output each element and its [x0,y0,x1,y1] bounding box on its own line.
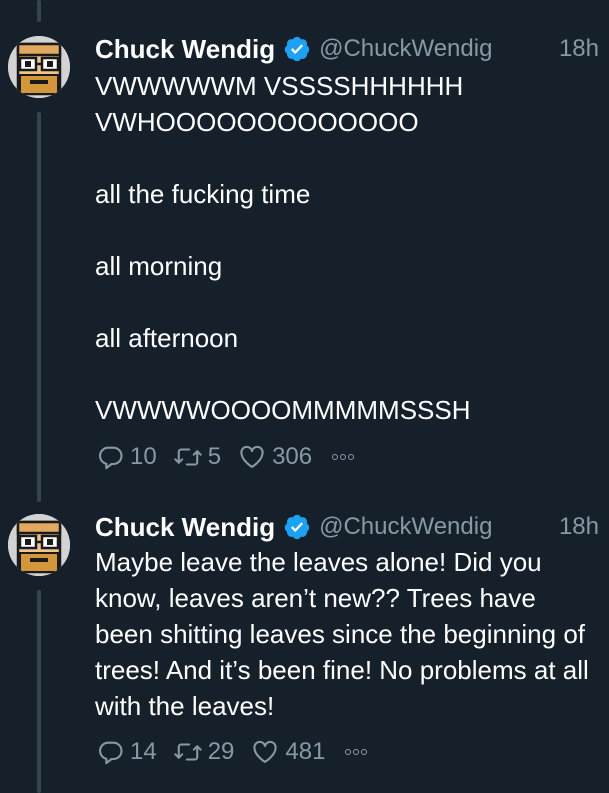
like-button[interactable]: 306 [237,443,312,471]
more-icon[interactable] [332,454,355,460]
tweet-text: VWWWWWM VSSSSHHHHHH VWHOOOOOOOOOOOOO all… [95,68,597,428]
more-icon[interactable] [345,749,368,755]
author-name[interactable]: Chuck Wendig [95,34,275,65]
tweet-line: all morning [95,251,223,281]
tweet-line: VWWWWWM VSSSSHHHHHH [95,71,464,101]
reply-button[interactable]: 14 [97,738,157,766]
verified-badge-icon [284,36,310,62]
reply-count: 14 [130,738,157,765]
heart-icon [240,445,264,468]
reply-icon [99,741,123,765]
reply-button[interactable]: 10 [97,443,157,471]
retweet-icon [173,743,202,761]
author-name[interactable]: Chuck Wendig [95,512,275,543]
tweet-line: all afternoon [95,323,239,353]
avatar-illustration [8,514,70,576]
retweet-button[interactable]: 29 [173,738,235,766]
tweet-header: Chuck Wendig @ChuckWendig 18h [95,510,599,544]
like-count: 481 [285,738,326,765]
like-count: 306 [272,443,313,470]
tweet-time[interactable]: 18h [559,513,599,541]
tweet-line: Maybe leave the leaves alone! Did you kn… [95,547,589,721]
reply-count: 10 [130,443,157,470]
like-button[interactable]: 481 [250,738,325,766]
tweet-line: VWHOOOOOOOOOOOOO [95,107,419,137]
avatar-illustration [8,36,70,98]
author-handle[interactable]: @ChuckWendig [319,513,492,541]
tweet-1[interactable]: Chuck Wendig @ChuckWendig 18h VWWWWWM VS… [0,0,609,500]
retweet-button[interactable]: 5 [173,443,221,471]
author-avatar[interactable] [8,514,70,576]
tweet-time[interactable]: 18h [559,35,599,63]
tweet-2[interactable]: Chuck Wendig @ChuckWendig 18h Maybe leav… [0,500,609,793]
tweet-header: Chuck Wendig @ChuckWendig 18h [95,32,599,66]
tweet-text: Maybe leave the leaves alone! Did you kn… [95,544,597,724]
retweet-icon [173,448,202,466]
author-handle[interactable]: @ChuckWendig [319,35,492,63]
verified-badge-icon [284,514,310,540]
author-avatar[interactable] [8,36,70,98]
retweet-count: 5 [207,443,222,470]
tweet-line: all the fucking time [95,179,311,209]
retweet-count: 29 [207,738,235,765]
reply-icon [99,446,123,470]
tweet-line: VWWWWOOOOMMMMMSSSH [95,395,471,425]
tweet-actions: 10 5 306 [97,441,355,473]
heart-icon [253,740,277,763]
tweet-actions: 14 29 481 [97,736,368,768]
